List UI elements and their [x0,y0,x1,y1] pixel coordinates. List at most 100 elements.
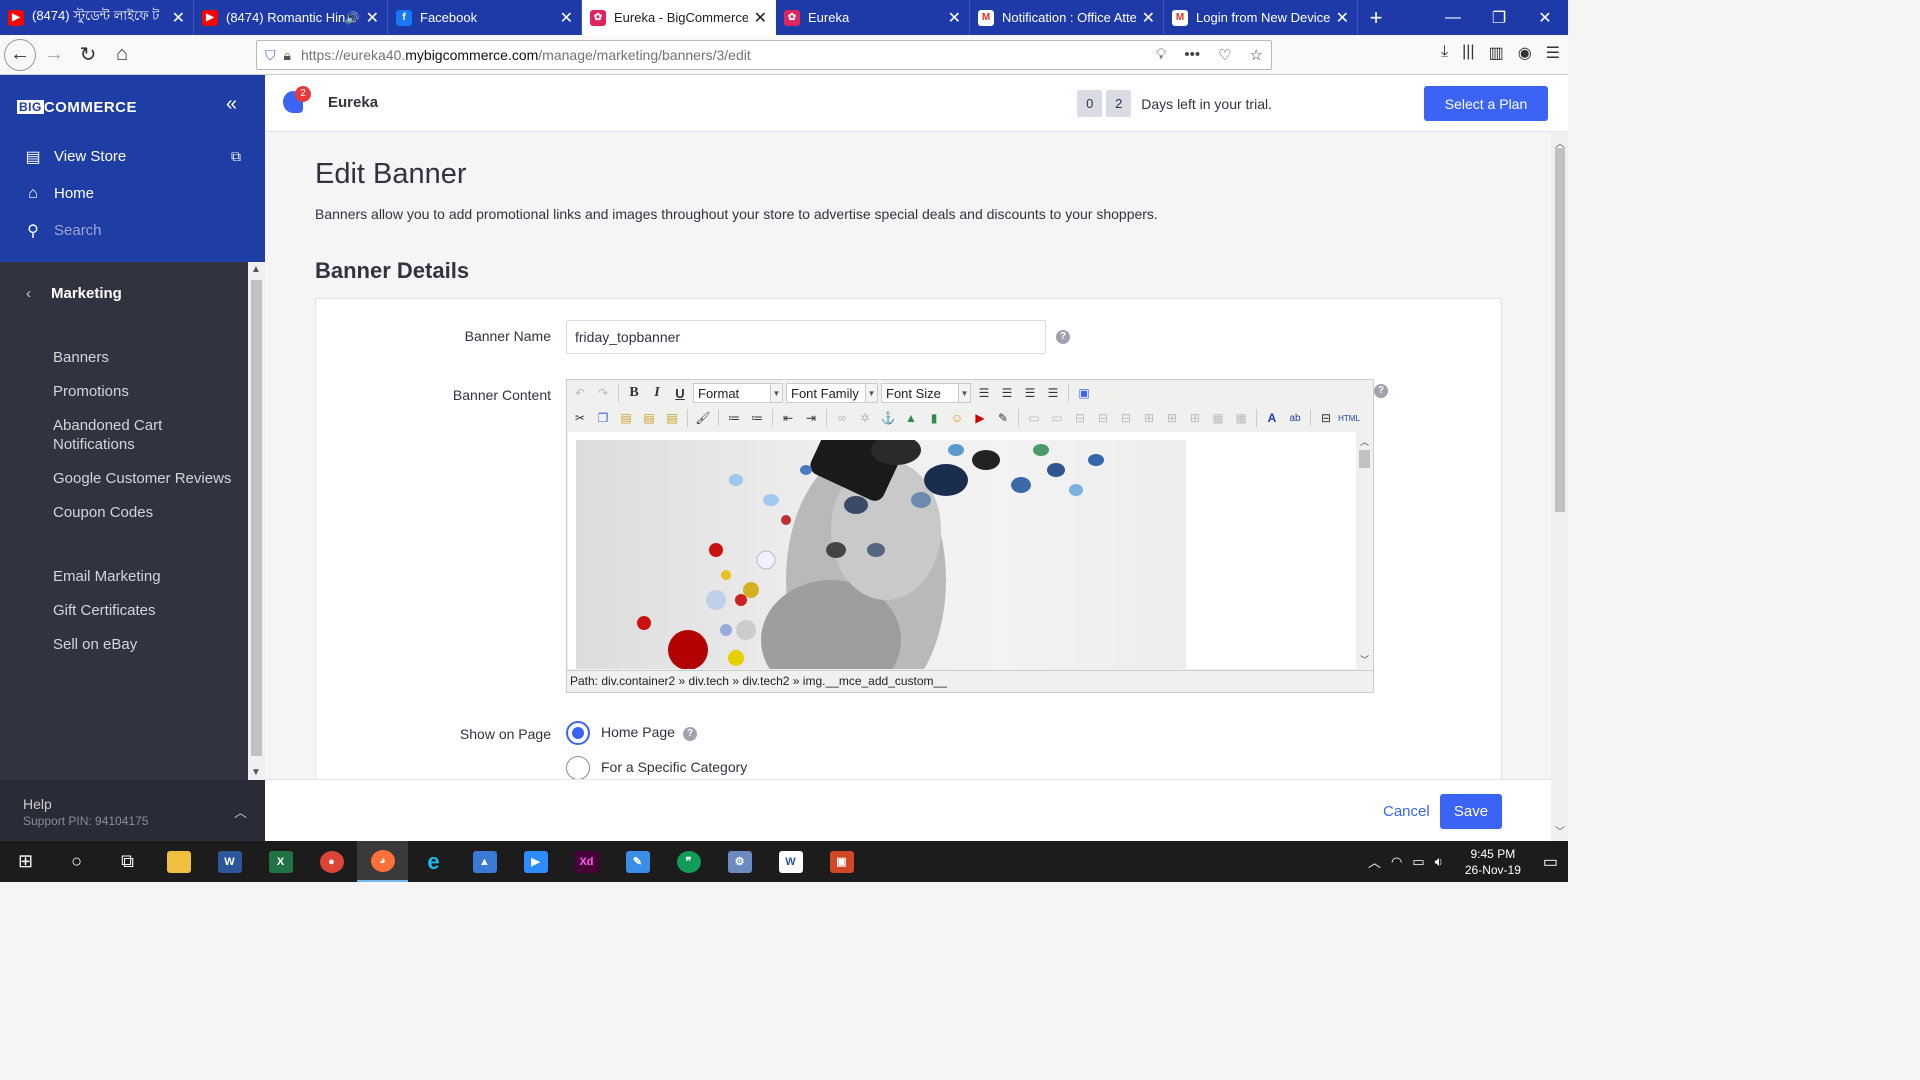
account-icon[interactable]: ◉ [1518,43,1532,63]
sidebar-toggle-icon[interactable]: ▥ [1489,43,1504,63]
sidebar-item-sell-on-ebay[interactable]: Sell on eBay [0,635,248,654]
unlink-icon[interactable]: ✲ [855,408,875,428]
bullet-list-icon[interactable]: ≔ [724,408,744,428]
sidebar-item-promotions[interactable]: Promotions [0,382,248,401]
pocket-icon[interactable]: ♡ [1218,46,1231,64]
excel-icon[interactable]: X [255,841,306,882]
clean-format-icon[interactable]: 🖌︎ [693,408,713,428]
outdent-icon[interactable]: ⇤ [778,408,798,428]
adobe-xd-icon[interactable]: Xd [561,841,612,882]
close-tab-icon[interactable]: ✕ [1142,8,1155,28]
numbered-list-icon[interactable]: ≔ [747,408,767,428]
banner-name-input[interactable] [566,320,1046,354]
notification-center-icon[interactable]: ▭ [1543,852,1558,872]
font-family-select[interactable]: Font Family ▼ [786,383,878,403]
table-col-icon[interactable]: ▭ [1047,408,1067,428]
youtube-icon[interactable]: ▶ [970,408,990,428]
cut-icon[interactable]: ✂ [570,408,590,428]
scrollbar-thumb[interactable] [251,280,262,756]
save-button[interactable]: Save [1440,794,1502,829]
copy-icon[interactable]: ❐ [593,408,613,428]
italic-icon[interactable]: I [647,383,667,403]
internet-explorer-icon[interactable]: e [408,841,459,882]
help-icon[interactable]: ? [683,727,697,741]
merge-cells-icon[interactable]: ▦ [1208,408,1228,428]
forward-arrow-icon[interactable]: → [38,39,70,71]
volume-icon[interactable]: 🔉︎ [1435,854,1443,870]
browser-tab[interactable]: M Login from New Device ✕ [1164,0,1358,35]
fullscreen-icon[interactable]: ▣ [1074,383,1094,403]
insert-col-before-icon[interactable]: ⊞ [1139,408,1159,428]
scrollbar-thumb[interactable] [1555,148,1565,512]
align-justify-icon[interactable]: ☰ [1043,383,1063,403]
delete-col-icon[interactable]: ⊞ [1185,408,1205,428]
help-icon[interactable]: ? [1374,384,1388,398]
menu-icon[interactable]: ☰ [1546,43,1560,63]
browser-tab[interactable]: f Facebook ✕ [388,0,582,35]
close-tab-icon[interactable]: ✕ [560,8,573,28]
link-icon[interactable]: ∞ [832,408,852,428]
indent-icon[interactable]: ⇥ [801,408,821,428]
library-icon[interactable]: ||| [1462,43,1474,63]
editor-scrollbar[interactable]: ︿ ﹀ [1356,432,1373,669]
restore-icon[interactable]: ❐ [1476,0,1522,35]
close-tab-icon[interactable]: ✕ [948,8,961,28]
font-size-select[interactable]: Font Size ▼ [881,383,971,403]
presentation-icon[interactable]: ▣ [816,841,867,882]
paste-text-icon[interactable]: ▤ [639,408,659,428]
marketing-section-header[interactable]: ‹ Marketing [0,262,248,324]
html-source-icon[interactable]: HTML [1338,408,1360,428]
image-icon[interactable]: ▲ [901,408,921,428]
scroll-up-icon[interactable]: ▲ [251,264,261,275]
anchor-icon[interactable]: ⚓ [878,408,898,428]
file-explorer-icon[interactable] [153,841,204,882]
sidebar-search[interactable]: ⚲ Search [0,212,265,249]
url-bar[interactable]: ⛉ 🔒︎ https://eureka40. mybigcommerce.com /… [256,40,1272,70]
notes-icon[interactable]: ✎ [612,841,663,882]
help-icon[interactable]: ? [1056,330,1070,344]
windows-start-icon[interactable]: ⊞ [0,841,51,882]
shield-icon[interactable]: ⛉ [265,47,276,64]
text-color-icon[interactable]: A [1262,408,1282,428]
paste-icon[interactable]: ▤ [616,408,636,428]
minimize-icon[interactable]: — [1430,0,1476,35]
zoom-icon[interactable]: ▶ [510,841,561,882]
emoticon-icon[interactable]: ☺ [947,408,967,428]
scroll-down-icon[interactable]: ﹀ [1555,823,1565,838]
chevron-up-icon[interactable]: ︿ [234,802,247,821]
paste-word-icon[interactable]: ▤ [662,408,682,428]
format-select[interactable]: Format ▼ [693,383,783,403]
radio-specific-category-label[interactable]: For a Specific Category [601,759,747,775]
task-view-icon[interactable]: ⧉ [102,841,153,882]
scrollbar-thumb[interactable] [1359,450,1370,468]
browser-tab-active[interactable]: ✿ Eureka - BigCommerce ✕ [582,0,776,35]
align-left-icon[interactable]: ☰ [974,383,994,403]
scroll-down-icon[interactable]: ▼ [251,767,261,778]
close-tab-icon[interactable]: ✕ [1336,8,1349,28]
undo-icon[interactable]: ↶ [570,383,590,403]
media-icon[interactable]: ▮ [924,408,944,428]
battery-icon[interactable]: ▭ [1412,854,1424,870]
page-scrollbar[interactable]: ︿ ﹀ [1551,132,1568,841]
photos-icon[interactable]: ▲ [459,841,510,882]
bold-icon[interactable]: B [624,383,644,403]
browser-tab[interactable]: ▶ (8474) Romantic Hin 🔊 ✕ [194,0,388,35]
redo-icon[interactable]: ↷ [593,383,613,403]
align-right-icon[interactable]: ☰ [1020,383,1040,403]
hangouts-icon[interactable]: ❞ [663,841,714,882]
cortana-icon[interactable]: ○ [51,841,102,882]
select-plan-button[interactable]: Select a Plan [1424,86,1548,121]
insert-row-before-icon[interactable]: ⊟ [1070,408,1090,428]
wifi-icon[interactable]: ◠ [1391,854,1402,870]
underline-icon[interactable]: U [670,383,690,403]
download-icon[interactable]: ⤓ [1441,43,1448,63]
speaker-icon[interactable]: 🔊 [345,11,360,25]
control-panel-icon[interactable]: ⚙ [714,841,765,882]
delete-row-icon[interactable]: ⊟ [1116,408,1136,428]
edit-source-icon[interactable]: ✎ [993,408,1013,428]
bookmark-star-icon[interactable]: ☆ [1250,46,1263,64]
banner-image[interactable] [576,440,1186,669]
radio-specific-category[interactable] [566,756,590,779]
close-tab-icon[interactable]: ✕ [366,8,379,28]
lightbulb-icon[interactable]: 💡︎ [1156,46,1167,64]
